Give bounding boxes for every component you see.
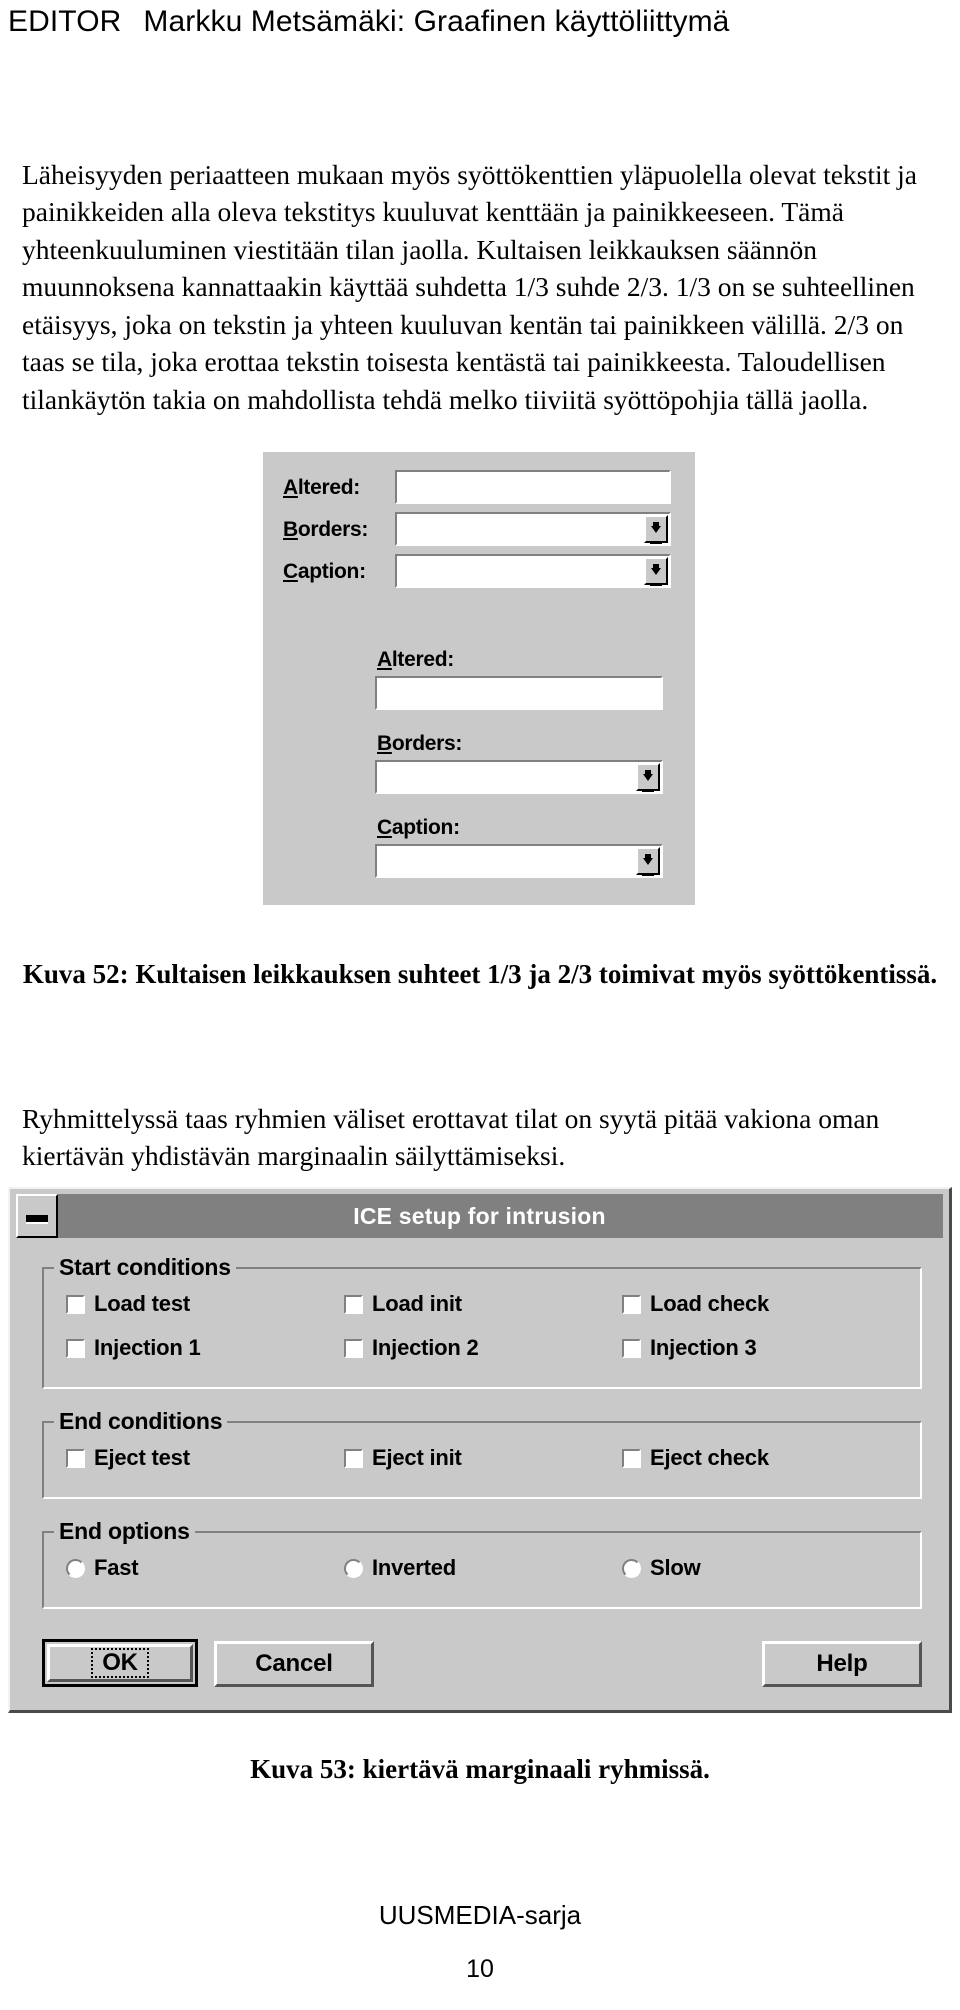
combo-input-caption-bottom[interactable] <box>375 844 663 878</box>
checkbox-load-init[interactable]: Load init <box>344 1291 462 1317</box>
dialog-titlebar: ICE setup for intrusion <box>16 1194 943 1238</box>
field-label-caption-bottom-rest: aption: <box>391 816 460 839</box>
chevron-down-icon[interactable] <box>636 847 660 876</box>
field-label-altered-top: Altered: <box>283 476 391 500</box>
checkbox-icon[interactable] <box>344 1294 363 1314</box>
group-end-options: End options Fast Inverted Slow <box>42 1518 922 1609</box>
cancel-button-label: Cancel <box>255 1650 333 1677</box>
header-editor-label: EDITOR <box>8 5 122 38</box>
checkbox-load-check[interactable]: Load check <box>622 1291 769 1317</box>
figure-52-caption: Kuva 52: Kultaisen leikkauksen suhteet 1… <box>22 959 938 989</box>
checkbox-load-test[interactable]: Load test <box>66 1291 190 1317</box>
checkbox-injection-1[interactable]: Injection 1 <box>66 1335 201 1361</box>
radio-icon[interactable] <box>344 1558 363 1578</box>
checkbox-icon[interactable] <box>622 1294 641 1314</box>
minimize-icon[interactable] <box>16 1194 58 1238</box>
checkbox-label: Injection 1 <box>94 1335 201 1360</box>
field-label-borders-bottom: Borders: <box>377 732 462 756</box>
chevron-down-icon[interactable] <box>636 763 660 792</box>
radio-label: Fast <box>94 1555 139 1580</box>
field-label-borders-top-rest: orders: <box>297 518 369 541</box>
checkbox-icon[interactable] <box>66 1338 85 1358</box>
field-label-borders-top: Borders: <box>283 518 391 542</box>
accelerator-letter-a: A <box>377 648 392 671</box>
accelerator-letter-b: B <box>283 518 298 541</box>
combo-input-borders-bottom[interactable] <box>375 760 663 794</box>
field-label-altered-top-rest: ltered: <box>297 476 360 499</box>
radio-icon[interactable] <box>622 1558 641 1578</box>
group-title-end-conditions: End conditions <box>54 1408 228 1435</box>
radio-icon[interactable] <box>66 1558 85 1578</box>
help-button-label: Help <box>816 1650 868 1677</box>
checkbox-injection-3[interactable]: Injection 3 <box>622 1335 757 1361</box>
checkbox-label: Injection 3 <box>650 1335 757 1360</box>
combo-input-caption-top[interactable] <box>395 554 671 588</box>
ok-button[interactable]: OK <box>42 1639 198 1687</box>
accelerator-letter-c: C <box>283 560 298 583</box>
checkbox-icon[interactable] <box>622 1338 641 1358</box>
ok-button-label: OK <box>91 1648 149 1678</box>
field-row-altered-top: Altered: <box>283 470 683 504</box>
checkbox-injection-2[interactable]: Injection 2 <box>344 1335 479 1361</box>
group-title-start-conditions: Start conditions <box>54 1254 236 1281</box>
radio-fast[interactable]: Fast <box>66 1555 139 1581</box>
field-label-altered-bottom: Altered: <box>377 648 454 672</box>
field-label-borders-bottom-rest: orders: <box>391 732 463 755</box>
page-running-header: EDITOR Markku Metsämäki: Graafinen käyttö… <box>8 0 952 46</box>
accelerator-letter-c: C <box>377 816 392 839</box>
field-label-caption-top: Caption: <box>283 560 391 584</box>
group-title-end-options: End options <box>54 1518 195 1545</box>
checkbox-icon[interactable] <box>622 1448 641 1468</box>
group-start-conditions: Start conditions Load test Load init Loa… <box>42 1254 922 1389</box>
checkbox-label: Eject check <box>650 1445 769 1470</box>
chevron-down-icon[interactable] <box>644 557 668 586</box>
field-row-borders-top: Borders: <box>283 512 683 546</box>
checkbox-label: Eject test <box>94 1445 190 1470</box>
text-input-altered-bottom[interactable] <box>375 676 663 710</box>
checkbox-icon[interactable] <box>66 1294 85 1314</box>
help-button[interactable]: Help <box>762 1641 922 1687</box>
footer-series-label: UUSMEDIA-sarja <box>378 1900 582 1930</box>
checkbox-label: Injection 2 <box>372 1335 479 1360</box>
checkbox-label: Load check <box>650 1291 770 1316</box>
field-label-caption-top-rest: aption: <box>297 560 366 583</box>
radio-label: Slow <box>650 1555 701 1580</box>
combo-input-borders-top[interactable] <box>395 512 671 546</box>
accelerator-letter-b: B <box>377 732 392 755</box>
radio-label: Inverted <box>372 1555 456 1580</box>
field-label-caption-bottom: Caption: <box>377 816 460 840</box>
accelerator-letter-a: A <box>283 476 298 499</box>
group-end-conditions: End conditions Eject test Eject init Eje… <box>42 1408 922 1499</box>
paragraph-one: Läheisyyden periaatteen mukaan myös syöt… <box>22 158 918 415</box>
checkbox-label: Load test <box>94 1291 190 1316</box>
radio-inverted[interactable]: Inverted <box>344 1555 456 1581</box>
text-input-altered-top[interactable] <box>395 470 671 504</box>
checkbox-label: Load init <box>372 1291 462 1316</box>
checkbox-icon[interactable] <box>344 1448 363 1468</box>
checkbox-icon[interactable] <box>66 1448 85 1468</box>
dialog-title: ICE setup for intrusion <box>353 1202 606 1229</box>
checkbox-label: Eject init <box>372 1445 462 1470</box>
figure-53-ice-setup-dialog: ICE setup for intrusion Start conditions… <box>8 1187 952 1713</box>
figure-52-input-form: Altered: Borders: Caption: Altered: Bord… <box>263 452 695 905</box>
checkbox-eject-test[interactable]: Eject test <box>66 1445 190 1471</box>
figure-53-caption: Kuva 53: kiertävä marginaali ryhmissä. <box>250 1754 710 1784</box>
header-document-title: Markku Metsämäki: Graafinen käyttöliitty… <box>143 5 730 38</box>
field-label-altered-bottom-rest: ltered: <box>391 648 454 671</box>
checkbox-icon[interactable] <box>344 1338 363 1358</box>
footer-page-number: 10 <box>466 1955 494 1983</box>
checkbox-eject-init[interactable]: Eject init <box>344 1445 462 1471</box>
chevron-down-icon[interactable] <box>644 515 668 544</box>
field-row-caption-top: Caption: <box>283 554 683 588</box>
checkbox-eject-check[interactable]: Eject check <box>622 1445 769 1471</box>
paragraph-two: Ryhmittelyssä taas ryhmien väliset erott… <box>22 1102 880 1172</box>
cancel-button[interactable]: Cancel <box>214 1641 374 1687</box>
radio-slow[interactable]: Slow <box>622 1555 701 1581</box>
